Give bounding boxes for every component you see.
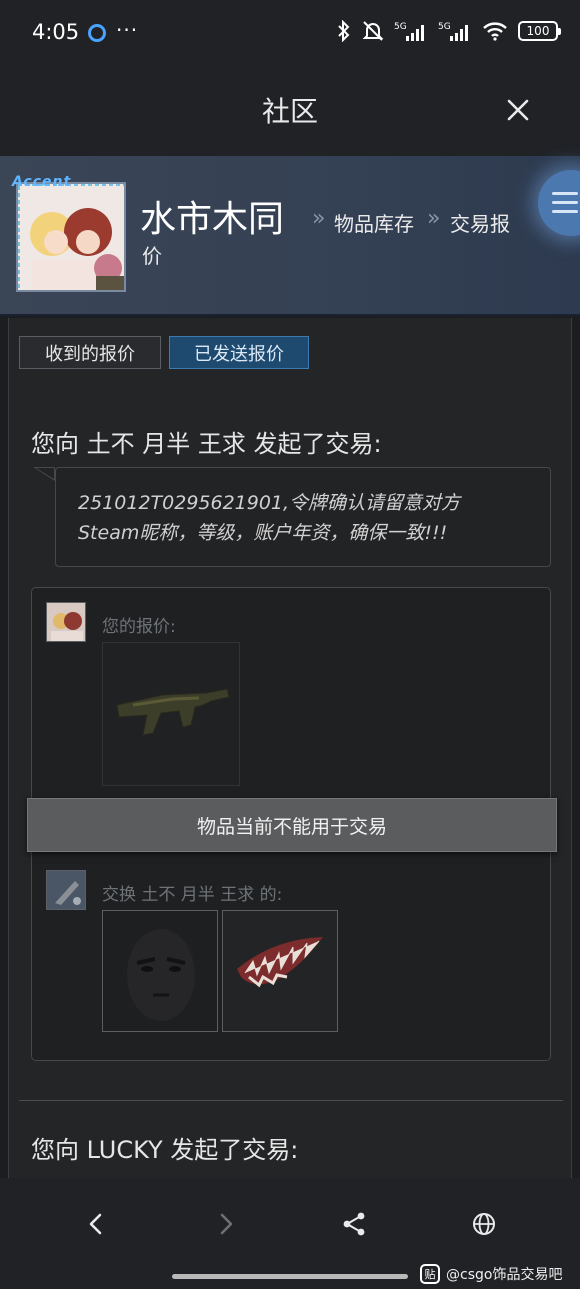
offer-message: 251012T0295621901,令牌确认请留意对方 Steam昵称，等级，账… [55, 467, 551, 567]
agent-face-item-icon [103, 911, 217, 1031]
watermark: 贴 @csgo饰品交易吧 [420, 1264, 562, 1284]
tab-received-offers[interactable]: 收到的报价 [19, 336, 161, 369]
breadcrumb-trade-offers-tail[interactable]: 价 [142, 240, 162, 269]
your-avatar [46, 602, 86, 642]
offer-message-line: Steam昵称，等级，账户年资，确保一致!!! [78, 522, 448, 544]
bluetooth-icon [338, 20, 350, 42]
offer-heading: 您向 LUCKY 发起了交易: [31, 1136, 299, 1164]
profile-header: Accent 水市木同 » 物品库存 » 交易报 价 [0, 156, 580, 316]
chevron-left-icon [89, 1213, 102, 1235]
page-title: 社区 [261, 95, 318, 128]
your-offer-label: 您的报价: [102, 617, 176, 637]
your-item-slot[interactable] [102, 642, 240, 786]
title-bar: 社区 [0, 68, 580, 156]
battery-icon: 100 [518, 21, 561, 41]
status-bar: 4:05 ··· 5G 5G 100 [0, 0, 580, 68]
offer-heading: 您向 土不 月半 王求 发起了交易: [31, 430, 382, 458]
menu-line [552, 192, 578, 195]
signal-5g-icon-2: 5G [438, 22, 468, 41]
partner-avatar [46, 870, 86, 910]
tieba-logo-icon: 贴 [420, 1264, 440, 1284]
browser-button[interactable] [464, 1204, 504, 1244]
status-time: 4:05 [32, 20, 80, 44]
shark-teeth-item-icon [223, 911, 337, 1031]
svg-text:5G: 5G [438, 22, 451, 32]
offer-divider [19, 1100, 563, 1101]
breadcrumb-separator: » [312, 206, 326, 231]
avatar-frame-text: Accent [12, 174, 72, 190]
menu-line [552, 201, 578, 204]
mute-bell-icon [362, 21, 384, 41]
home-indicator[interactable] [172, 1274, 408, 1279]
back-button[interactable] [76, 1204, 116, 1244]
browser-bottom-nav: 贴 @csgo饰品交易吧 [0, 1178, 580, 1289]
tab-sent-offers[interactable]: 已发送报价 [169, 336, 309, 369]
profile-name[interactable]: 水市木同 [140, 190, 284, 242]
share-icon [343, 1212, 365, 1236]
globe-icon [473, 1213, 495, 1235]
partner-item-slot[interactable] [102, 910, 218, 1032]
menu-line [552, 210, 578, 213]
notification-app-icon [88, 24, 106, 42]
svg-text:5G: 5G [394, 22, 407, 32]
battery-level: 100 [526, 24, 550, 38]
wifi-icon [483, 22, 507, 41]
rifle-item-icon [116, 688, 230, 736]
profile-avatar[interactable] [16, 182, 126, 292]
breadcrumb-inventory[interactable]: 物品库存 [334, 208, 414, 237]
trade-offers-content: 收到的报价 已发送报价 您向 土不 月半 王求 发起了交易: 251012T02… [8, 318, 572, 1180]
offer-message-line: 251012T0295621901,令牌确认请留意对方 [78, 492, 461, 514]
breadcrumb-separator: » [427, 206, 441, 231]
avatar-image [18, 184, 124, 290]
status-more-icon: ··· [116, 18, 139, 42]
watermark-text: @csgo饰品交易吧 [446, 1267, 563, 1283]
item-unavailable-notice: 物品当前不能用于交易 [27, 798, 557, 852]
chevron-right-icon [220, 1213, 233, 1235]
share-button[interactable] [334, 1204, 374, 1244]
side-menu-button[interactable] [538, 170, 580, 236]
breadcrumb-trade-offers[interactable]: 交易报 [450, 208, 510, 237]
close-icon[interactable] [500, 92, 536, 128]
forward-button[interactable] [206, 1204, 246, 1244]
signal-5g-icon: 5G [394, 22, 424, 41]
message-bubble-tail [36, 468, 54, 479]
partner-item-slot[interactable] [222, 910, 338, 1032]
status-indicators: 5G 5G 100 [336, 20, 561, 42]
exchange-label: 交换 土不 月半 王求 的: [102, 885, 283, 905]
